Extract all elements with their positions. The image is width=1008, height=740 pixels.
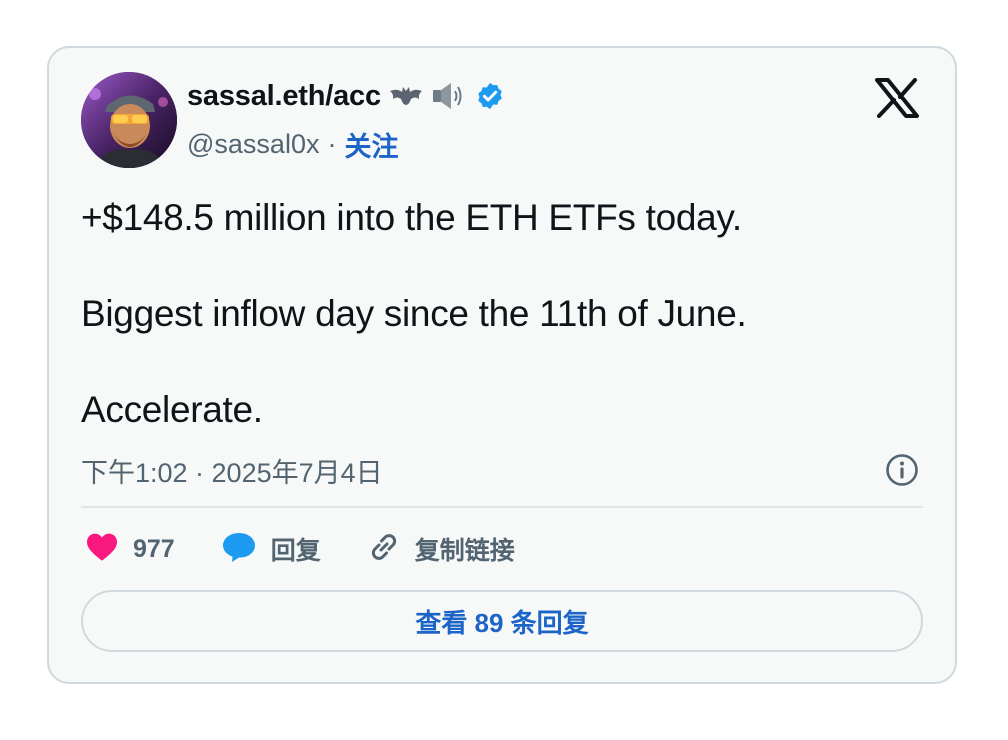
bat-emoji-icon bbox=[389, 85, 423, 107]
reply-button[interactable]: 回复 bbox=[221, 531, 321, 568]
copy-link-button[interactable]: 复制链接 bbox=[367, 530, 515, 569]
author-handle-row: @sassal0x · 关注 bbox=[187, 126, 398, 162]
author-display-name[interactable]: sassal.eth/acc bbox=[187, 80, 381, 113]
heart-icon bbox=[85, 532, 119, 567]
verified-badge-icon bbox=[475, 81, 505, 111]
divider bbox=[81, 506, 923, 508]
tweet-header: sassal.eth/acc @sassal0x · 关注 bbox=[81, 72, 923, 172]
author-handle[interactable]: @sassal0x bbox=[187, 129, 319, 160]
view-replies-button[interactable]: 查看 89 条回复 bbox=[81, 590, 923, 652]
like-button[interactable]: 977 bbox=[85, 532, 175, 567]
like-count: 977 bbox=[133, 534, 175, 563]
view-replies-label: 查看 89 条回复 bbox=[415, 607, 589, 638]
avatar-image bbox=[81, 72, 177, 168]
link-icon bbox=[367, 530, 401, 569]
tweet-card: sassal.eth/acc @sassal0x · 关注 +$148.5 mi… bbox=[47, 46, 957, 684]
avatar[interactable] bbox=[81, 72, 177, 168]
tweet-text: +$148.5 million into the ETH ETFs today.… bbox=[81, 194, 915, 482]
tweet-actions: 977 回复 复制链接 bbox=[85, 526, 561, 572]
reply-bubble-icon bbox=[221, 531, 257, 568]
author-name-row: sassal.eth/acc bbox=[187, 76, 505, 116]
tweet-paragraph-2: Biggest inflow day since the 11th of Jun… bbox=[81, 293, 747, 334]
timestamp-row: 下午1:02 · 2025年7月4日 bbox=[81, 450, 919, 490]
info-icon[interactable] bbox=[885, 453, 919, 487]
tweet-paragraph-3: Accelerate. bbox=[81, 389, 263, 430]
x-logo-icon[interactable] bbox=[875, 78, 919, 118]
tweet-timestamp[interactable]: 下午1:02 · 2025年7月4日 bbox=[81, 451, 383, 490]
copy-link-label: 复制链接 bbox=[414, 537, 515, 565]
tweet-paragraph-1: +$148.5 million into the ETH ETFs today. bbox=[81, 197, 742, 238]
follow-link[interactable]: 关注 bbox=[344, 125, 398, 164]
handle-separator: · bbox=[327, 128, 337, 159]
reply-label: 回复 bbox=[270, 537, 321, 565]
speaker-emoji-icon bbox=[431, 80, 467, 112]
